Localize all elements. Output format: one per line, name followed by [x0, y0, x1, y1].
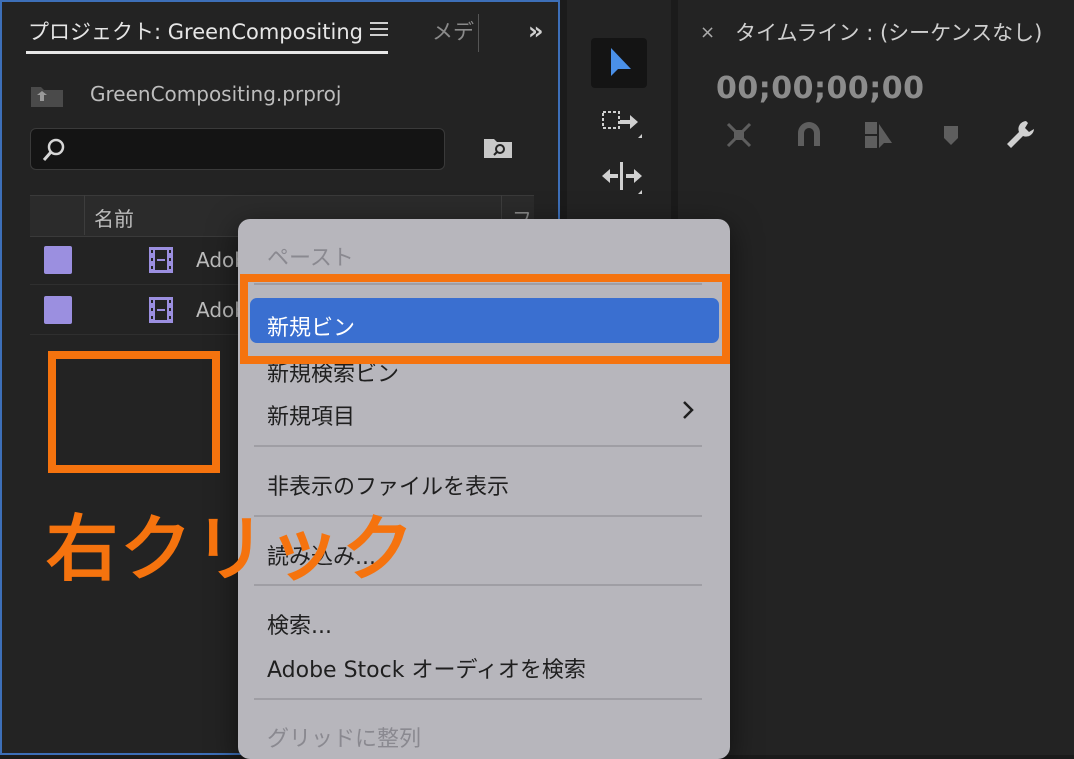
timeline-panel — [678, 0, 1074, 755]
double-chevron-right-icon[interactable]: » — [528, 17, 544, 45]
arrow-pointer-icon — [611, 48, 631, 76]
linked-selection-icon[interactable] — [862, 118, 896, 152]
project-filename: GreenCompositing.prproj — [90, 82, 342, 106]
project-tab[interactable]: プロジェクト: GreenCompositing — [28, 16, 363, 46]
tab-divider — [478, 14, 479, 52]
track-select-forward-icon[interactable] — [600, 104, 644, 144]
add-marker-icon[interactable] — [934, 118, 968, 152]
column-separator[interactable] — [84, 195, 85, 235]
timeline-tab[interactable]: タイムライン : (シーケンスなし) — [735, 17, 1042, 47]
parent-bin-icon[interactable] — [30, 84, 64, 108]
annotation-label: 右クリック — [46, 507, 417, 591]
new-search-bin-icon[interactable] — [482, 134, 514, 160]
ripple-edit-icon[interactable] — [600, 158, 644, 198]
hamburger-menu-icon[interactable] — [368, 18, 390, 40]
label-color-swatch[interactable] — [44, 246, 72, 274]
menu-item-search-adobe-stock-audio[interactable]: Adobe Stock オーディオを検索 — [267, 652, 586, 684]
menu-item-new-item[interactable]: 新規項目 — [267, 399, 355, 431]
label-color-swatch[interactable] — [44, 296, 72, 324]
chevron-right-icon — [683, 401, 694, 419]
search-icon — [42, 138, 65, 161]
close-icon[interactable]: × — [700, 22, 715, 43]
sequence-film-icon — [149, 247, 173, 273]
snap-magnet-icon[interactable] — [792, 118, 826, 152]
selection-tool[interactable] — [591, 38, 647, 88]
column-header-name[interactable]: 名前 — [94, 203, 134, 232]
nest-icon[interactable] — [722, 118, 756, 152]
annotation-click-area-box — [48, 351, 220, 473]
menu-separator — [254, 698, 702, 700]
annotation-highlight-box — [240, 274, 730, 364]
menu-item-align-to-grid: グリッドに整列 — [267, 727, 422, 752]
menu-item-paste: ペースト — [267, 246, 354, 271]
menu-separator — [254, 445, 702, 447]
menu-item-find[interactable]: 検索... — [267, 608, 332, 640]
timecode-display[interactable]: 00;00;00;00 — [716, 71, 924, 106]
active-tab-underline — [26, 51, 388, 54]
sequence-film-icon — [149, 297, 173, 323]
search-input[interactable] — [30, 128, 445, 170]
media-browser-tab[interactable]: メデ — [432, 16, 480, 46]
wrench-icon[interactable] — [1004, 118, 1038, 152]
